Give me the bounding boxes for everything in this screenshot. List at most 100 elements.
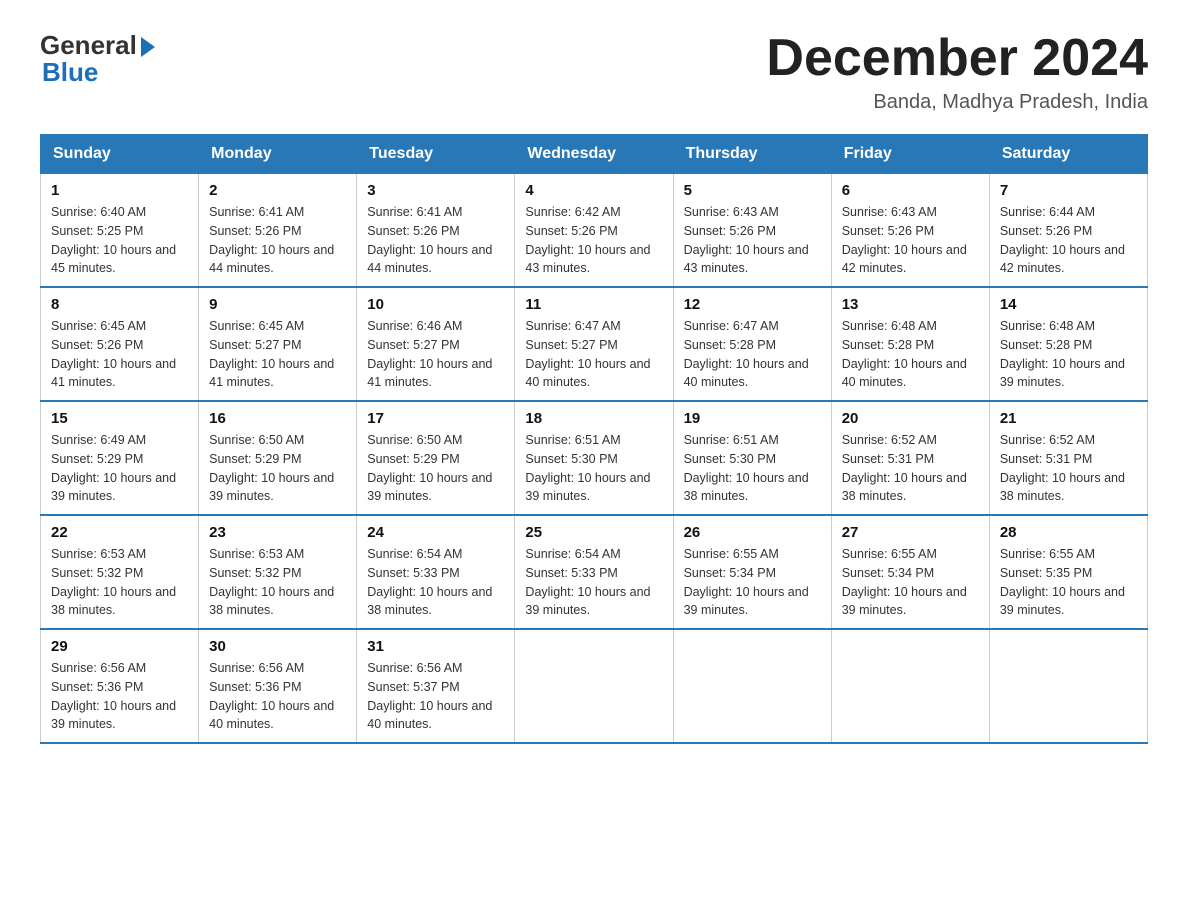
calendar-cell: 23Sunrise: 6:53 AMSunset: 5:32 PMDayligh… (199, 515, 357, 629)
calendar-cell: 15 Sunrise: 6:49 AMSunset: 5:29 PMDayligh… (41, 401, 199, 515)
calendar-cell: 26 Sunrise: 6:55 AMSunset: 5:34 PMDayligh… (673, 515, 831, 629)
calendar-cell: 6 Sunrise: 6:43 AMSunset: 5:26 PMDaylight… (831, 174, 989, 288)
day-number: 25 (525, 524, 662, 541)
calendar-cell: 24Sunrise: 6:54 AMSunset: 5:33 PMDayligh… (357, 515, 515, 629)
day-info: Sunrise: 6:55 AMSunset: 5:34 PMDaylight:… (684, 545, 821, 620)
day-number: 3 (367, 182, 504, 199)
day-number: 31 (367, 638, 504, 655)
calendar-cell: 28Sunrise: 6:55 AMSunset: 5:35 PMDayligh… (989, 515, 1147, 629)
weekday-header-friday: Friday (831, 135, 989, 174)
calendar-week-row: 29Sunrise: 6:56 AMSunset: 5:36 PMDayligh… (41, 629, 1148, 743)
calendar-week-row: 22 Sunrise: 6:53 AMSunset: 5:32 PMDayligh… (41, 515, 1148, 629)
calendar-cell (989, 629, 1147, 743)
logo-arrow-icon (141, 37, 155, 57)
day-number: 27 (842, 524, 979, 541)
day-info: Sunrise: 6:51 AMSunset: 5:30 PMDaylight:… (684, 431, 821, 506)
calendar-cell (831, 629, 989, 743)
day-number: 5 (684, 182, 821, 199)
day-number: 13 (842, 296, 979, 313)
day-number: 8 (51, 296, 188, 313)
day-number: 21 (1000, 410, 1137, 427)
calendar-cell: 10 Sunrise: 6:46 AMSunset: 5:27 PMDayligh… (357, 287, 515, 401)
calendar-cell: 13 Sunrise: 6:48 AMSunset: 5:28 PMDayligh… (831, 287, 989, 401)
weekday-header-row: SundayMondayTuesdayWednesdayThursdayFrid… (41, 135, 1148, 174)
page-header: General Blue December 2024 Banda, Madhya… (40, 30, 1148, 114)
day-number: 24 (367, 524, 504, 541)
calendar-cell: 3Sunrise: 6:41 AMSunset: 5:26 PMDaylight… (357, 174, 515, 288)
weekday-header-wednesday: Wednesday (515, 135, 673, 174)
calendar-cell: 1Sunrise: 6:40 AMSunset: 5:25 PMDaylight… (41, 174, 199, 288)
day-info: Sunrise: 6:56 AMSunset: 5:36 PMDaylight:… (209, 659, 346, 734)
day-info: Sunrise: 6:54 AMSunset: 5:33 PMDaylight:… (525, 545, 662, 620)
day-info: Sunrise: 6:40 AMSunset: 5:25 PMDaylight:… (51, 203, 188, 278)
day-number: 30 (209, 638, 346, 655)
weekday-header-monday: Monday (199, 135, 357, 174)
day-info: Sunrise: 6:52 AMSunset: 5:31 PMDaylight:… (1000, 431, 1137, 506)
calendar-cell: 27 Sunrise: 6:55 AMSunset: 5:34 PMDayligh… (831, 515, 989, 629)
day-number: 20 (842, 410, 979, 427)
weekday-header-sunday: Sunday (41, 135, 199, 174)
calendar-cell: 21 Sunrise: 6:52 AMSunset: 5:31 PMDayligh… (989, 401, 1147, 515)
calendar-cell (673, 629, 831, 743)
day-number: 18 (525, 410, 662, 427)
calendar-cell: 4Sunrise: 6:42 AMSunset: 5:26 PMDaylight… (515, 174, 673, 288)
calendar-cell: 20 Sunrise: 6:52 AMSunset: 5:31 PMDayligh… (831, 401, 989, 515)
day-number: 17 (367, 410, 504, 427)
calendar-cell: 16Sunrise: 6:50 AMSunset: 5:29 PMDayligh… (199, 401, 357, 515)
day-info: Sunrise: 6:46 AMSunset: 5:27 PMDaylight:… (367, 317, 504, 392)
day-info: Sunrise: 6:48 AMSunset: 5:28 PMDaylight:… (842, 317, 979, 392)
day-number: 23 (209, 524, 346, 541)
calendar-cell: 9 Sunrise: 6:45 AMSunset: 5:27 PMDaylight… (199, 287, 357, 401)
calendar-cell: 11 Sunrise: 6:47 AMSunset: 5:27 PMDayligh… (515, 287, 673, 401)
calendar-cell: 29Sunrise: 6:56 AMSunset: 5:36 PMDayligh… (41, 629, 199, 743)
calendar-cell: 18 Sunrise: 6:51 AMSunset: 5:30 PMDayligh… (515, 401, 673, 515)
day-info: Sunrise: 6:53 AMSunset: 5:32 PMDaylight:… (51, 545, 188, 620)
day-info: Sunrise: 6:55 AMSunset: 5:35 PMDaylight:… (1000, 545, 1137, 620)
calendar-week-row: 8 Sunrise: 6:45 AMSunset: 5:26 PMDaylight… (41, 287, 1148, 401)
day-info: Sunrise: 6:45 AMSunset: 5:26 PMDaylight:… (51, 317, 188, 392)
logo-blue-text: Blue (40, 57, 98, 88)
day-info: Sunrise: 6:43 AMSunset: 5:26 PMDaylight:… (842, 203, 979, 278)
day-number: 10 (367, 296, 504, 313)
day-number: 16 (209, 410, 346, 427)
calendar-cell: 8 Sunrise: 6:45 AMSunset: 5:26 PMDaylight… (41, 287, 199, 401)
day-number: 4 (525, 182, 662, 199)
day-info: Sunrise: 6:55 AMSunset: 5:34 PMDaylight:… (842, 545, 979, 620)
calendar-header: SundayMondayTuesdayWednesdayThursdayFrid… (41, 135, 1148, 174)
day-info: Sunrise: 6:56 AMSunset: 5:37 PMDaylight:… (367, 659, 504, 734)
weekday-header-thursday: Thursday (673, 135, 831, 174)
calendar-cell: 12 Sunrise: 6:47 AMSunset: 5:28 PMDayligh… (673, 287, 831, 401)
day-number: 11 (525, 296, 662, 313)
day-number: 12 (684, 296, 821, 313)
day-info: Sunrise: 6:56 AMSunset: 5:36 PMDaylight:… (51, 659, 188, 734)
day-number: 19 (684, 410, 821, 427)
day-number: 22 (51, 524, 188, 541)
day-info: Sunrise: 6:43 AMSunset: 5:26 PMDaylight:… (684, 203, 821, 278)
day-number: 14 (1000, 296, 1137, 313)
day-number: 15 (51, 410, 188, 427)
calendar-table: SundayMondayTuesdayWednesdayThursdayFrid… (40, 134, 1148, 744)
day-info: Sunrise: 6:51 AMSunset: 5:30 PMDaylight:… (525, 431, 662, 506)
day-number: 9 (209, 296, 346, 313)
month-title: December 2024 (766, 30, 1148, 87)
calendar-cell: 7Sunrise: 6:44 AMSunset: 5:26 PMDaylight… (989, 174, 1147, 288)
day-number: 26 (684, 524, 821, 541)
calendar-cell: 25 Sunrise: 6:54 AMSunset: 5:33 PMDayligh… (515, 515, 673, 629)
day-info: Sunrise: 6:47 AMSunset: 5:28 PMDaylight:… (684, 317, 821, 392)
day-info: Sunrise: 6:49 AMSunset: 5:29 PMDaylight:… (51, 431, 188, 506)
calendar-week-row: 1Sunrise: 6:40 AMSunset: 5:25 PMDaylight… (41, 174, 1148, 288)
day-number: 6 (842, 182, 979, 199)
logo: General Blue (40, 30, 155, 88)
day-number: 2 (209, 182, 346, 199)
calendar-cell: 22 Sunrise: 6:53 AMSunset: 5:32 PMDayligh… (41, 515, 199, 629)
calendar-body: 1Sunrise: 6:40 AMSunset: 5:25 PMDaylight… (41, 174, 1148, 744)
day-info: Sunrise: 6:41 AMSunset: 5:26 PMDaylight:… (209, 203, 346, 278)
calendar-cell: 19 Sunrise: 6:51 AMSunset: 5:30 PMDayligh… (673, 401, 831, 515)
weekday-header-tuesday: Tuesday (357, 135, 515, 174)
calendar-cell (515, 629, 673, 743)
calendar-cell: 17 Sunrise: 6:50 AMSunset: 5:29 PMDayligh… (357, 401, 515, 515)
day-info: Sunrise: 6:47 AMSunset: 5:27 PMDaylight:… (525, 317, 662, 392)
day-info: Sunrise: 6:52 AMSunset: 5:31 PMDaylight:… (842, 431, 979, 506)
day-info: Sunrise: 6:45 AMSunset: 5:27 PMDaylight:… (209, 317, 346, 392)
day-info: Sunrise: 6:50 AMSunset: 5:29 PMDaylight:… (367, 431, 504, 506)
